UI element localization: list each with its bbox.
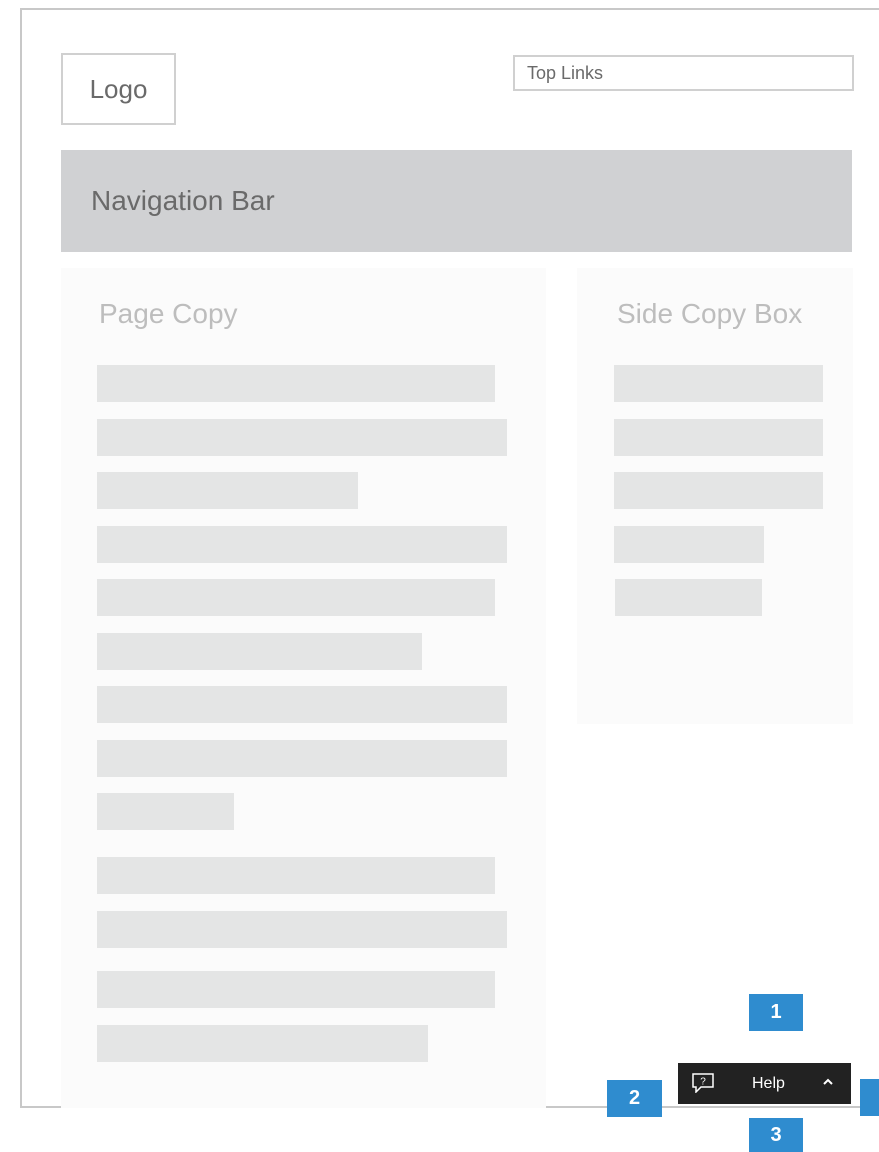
- page-copy-line: [97, 579, 495, 616]
- top-links-label: Top Links: [527, 63, 604, 83]
- callout-number: 3: [770, 1123, 782, 1146]
- side-copy-line: [614, 526, 764, 563]
- callout-number: 1: [770, 1001, 782, 1023]
- side-copy-line: [615, 579, 762, 616]
- page-copy-line: [97, 793, 234, 830]
- page-copy-line: [97, 686, 507, 723]
- page-copy-line: [97, 365, 495, 402]
- page-copy-line: [97, 526, 507, 563]
- side-copy-title: Side Copy Box: [617, 298, 803, 329]
- help-toolbar[interactable]: ? Help: [678, 1063, 851, 1104]
- logo-label: Logo: [89, 73, 148, 104]
- page-copy-line: [97, 740, 507, 777]
- side-copy-line: [614, 419, 823, 456]
- frame-left-border: [20, 8, 22, 1108]
- page-copy-panel: Page Copy: [61, 268, 546, 1108]
- top-links[interactable]: Top Links: [513, 55, 854, 91]
- page-copy-title: Page Copy: [99, 298, 238, 329]
- callout-badge-3: 3: [749, 1118, 803, 1152]
- side-copy-line: [614, 365, 823, 402]
- callout-badge-2: 2: [607, 1080, 662, 1117]
- callout-badge-1: 1: [749, 994, 803, 1031]
- navigation-bar-label: Navigation Bar: [91, 185, 275, 216]
- page-copy-line: [97, 911, 507, 948]
- side-copy-line: [614, 472, 823, 509]
- svg-text:?: ?: [700, 1077, 706, 1088]
- side-copy-box: Side Copy Box: [577, 268, 853, 724]
- logo[interactable]: Logo: [61, 53, 176, 125]
- callout-number: 2: [628, 1087, 641, 1109]
- callout-badge-4: [860, 1079, 879, 1116]
- page-copy-line: [97, 1025, 428, 1062]
- wireframe-page: Logo Top Links Navigation Bar Page Copy …: [0, 0, 879, 1152]
- navigation-bar[interactable]: Navigation Bar: [61, 150, 852, 252]
- page-copy-line: [97, 419, 507, 456]
- page-copy-line: [97, 633, 422, 670]
- chevron-up-icon[interactable]: [821, 1075, 835, 1089]
- page-copy-line: [97, 857, 495, 894]
- frame-top-border: [20, 8, 879, 10]
- help-label[interactable]: Help: [752, 1075, 785, 1093]
- page-copy-line: [97, 472, 358, 509]
- page-copy-line: [97, 971, 495, 1008]
- question-speech-bubble-icon[interactable]: ?: [692, 1073, 714, 1094]
